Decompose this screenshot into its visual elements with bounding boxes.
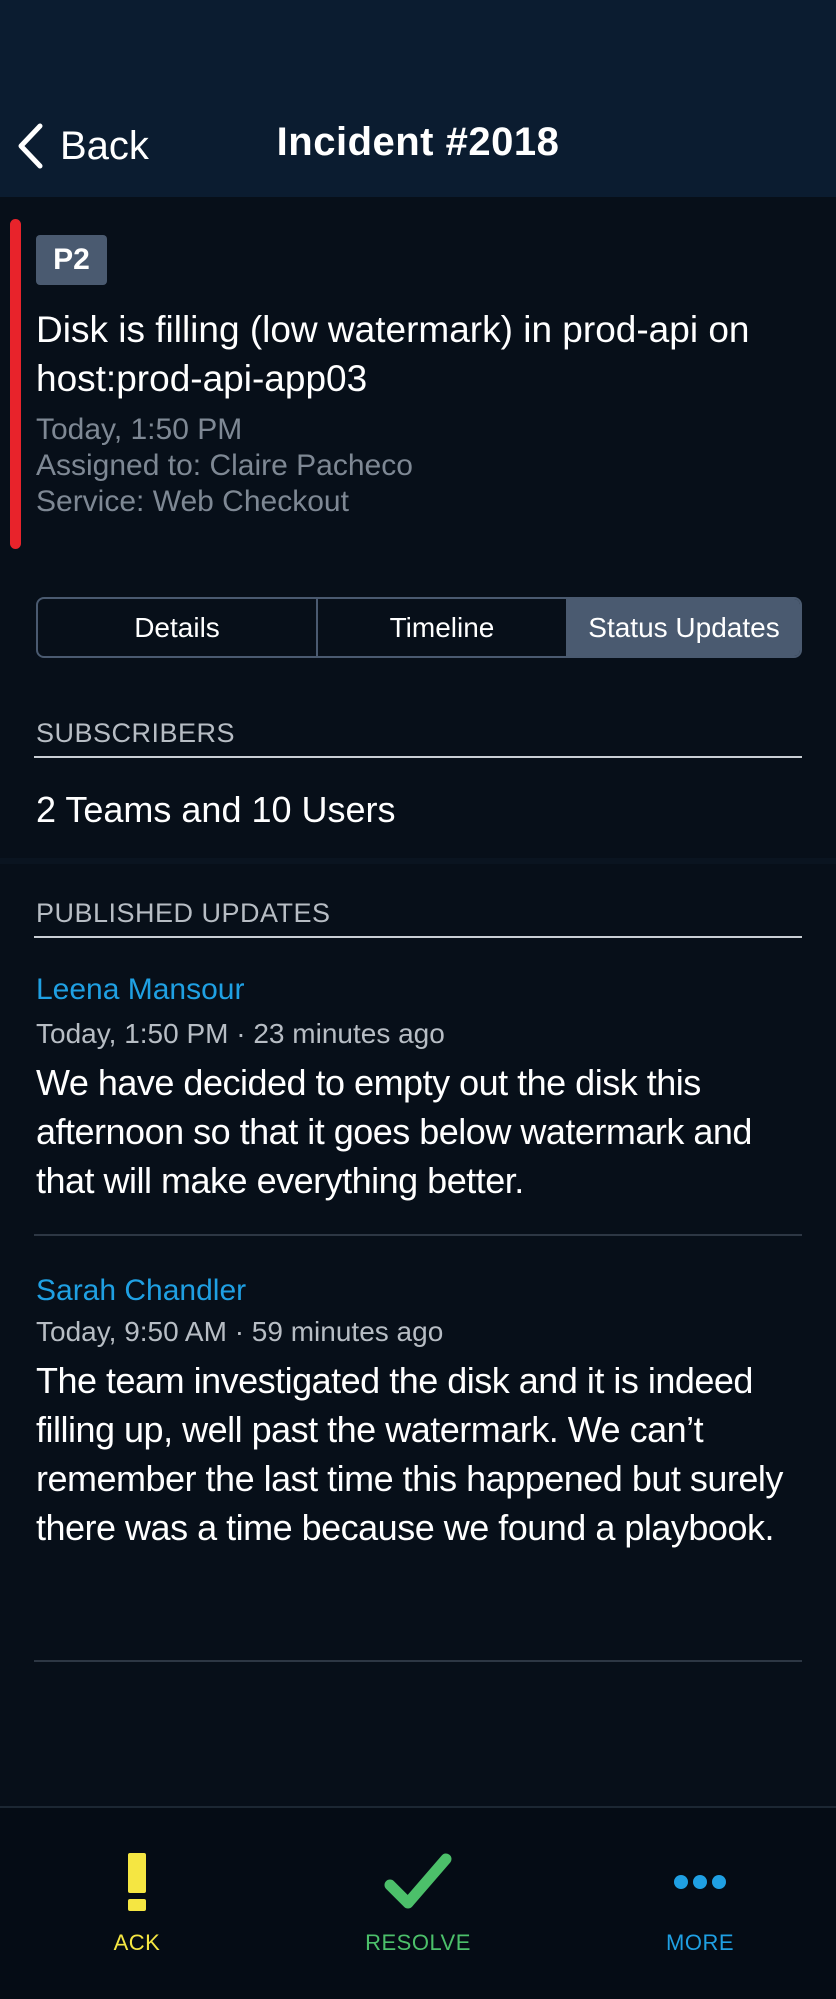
resolve-label: RESOLVE: [365, 1930, 471, 1955]
subscribers-divider: [34, 756, 802, 758]
ack-label: ACK: [113, 1930, 161, 1955]
update-timestamp: Today, 9:50 AM · 59 minutes ago: [36, 1316, 444, 1347]
update-body: The team investigated the disk and it is…: [36, 1360, 783, 1548]
resolve-button[interactable]: RESOLVE: [318, 1848, 518, 1958]
tab-timeline[interactable]: Timeline: [316, 599, 566, 656]
checkmark-icon: [384, 1848, 452, 1916]
action-bar: ACK RESOLVE MORE: [0, 1806, 836, 1999]
incident-service: Service: Web Checkout: [36, 485, 349, 518]
tab-details[interactable]: Details: [38, 599, 316, 656]
nav-header: Back Incident #2018: [0, 0, 836, 197]
subscribers-heading: SUBSCRIBERS: [36, 718, 236, 748]
published-updates-heading: PUBLISHED UPDATES: [36, 898, 331, 928]
segmented-tabs: Details Timeline Status Updates: [36, 597, 802, 658]
update-timestamp: Today, 1:50 PM · 23 minutes ago: [36, 1018, 445, 1049]
incident-screen: Back Incident #2018 P2 Disk is filling (…: [0, 0, 836, 1999]
update-body: We have decided to empty out the disk th…: [36, 1062, 752, 1201]
ack-button[interactable]: ACK: [37, 1848, 237, 1958]
published-updates-divider: [34, 936, 802, 938]
subscribers-summary[interactable]: 2 Teams and 10 Users: [36, 789, 396, 831]
section-separator: [0, 858, 836, 864]
incident-assignee: Assigned to: Claire Pacheco: [36, 449, 413, 482]
update-author[interactable]: Leena Mansour: [36, 973, 244, 1007]
update-divider: [34, 1660, 802, 1662]
incident-time: Today, 1:50 PM: [36, 413, 243, 446]
severity-indicator: [10, 219, 21, 549]
incident-title: Disk is filling (low watermark) in prod-…: [36, 309, 750, 399]
update-author[interactable]: Sarah Chandler: [36, 1274, 246, 1308]
incident-summary: P2 Disk is filling (low watermark) in pr…: [0, 197, 836, 577]
more-button[interactable]: MORE: [600, 1848, 800, 1958]
exclamation-icon: [124, 1848, 150, 1916]
update-divider: [34, 1234, 802, 1236]
ellipsis-icon: [673, 1848, 727, 1916]
page-title: Incident #2018: [276, 120, 560, 164]
priority-badge: P2: [36, 235, 107, 285]
more-label: MORE: [666, 1930, 734, 1955]
tab-status-updates[interactable]: Status Updates: [566, 599, 800, 656]
